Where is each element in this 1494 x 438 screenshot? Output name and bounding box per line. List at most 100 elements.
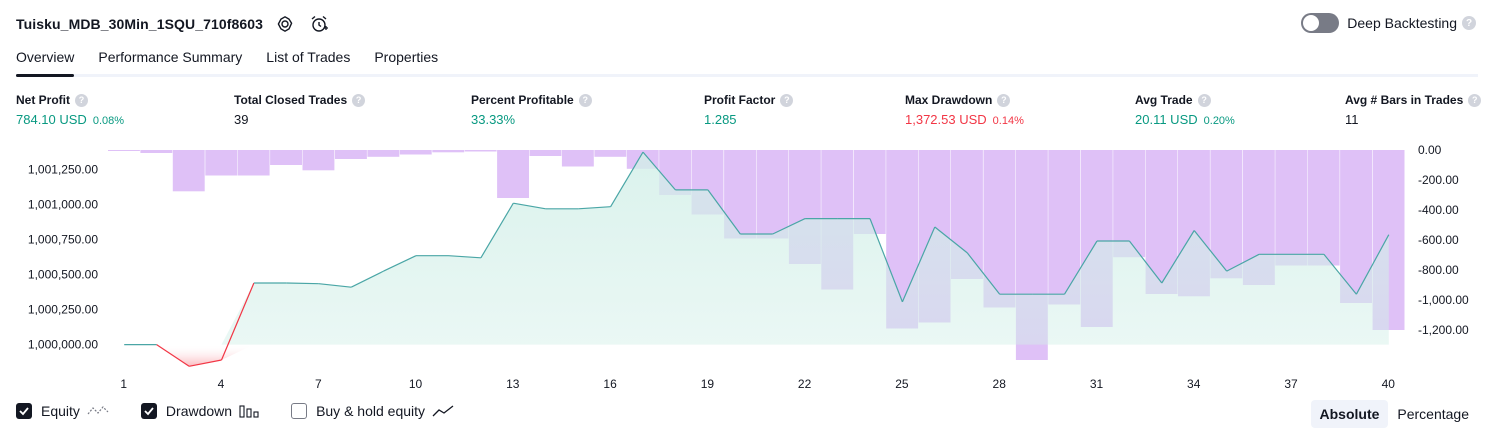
info-icon[interactable]: ? <box>780 93 794 107</box>
tab-list-of-trades[interactable]: List of Trades <box>266 44 350 74</box>
tab-overview[interactable]: Overview <box>16 44 75 77</box>
metric-total-closed-trades: Total Closed Trades? 39 <box>234 93 366 127</box>
metric-label: Avg # Bars in Trades <box>1345 93 1464 107</box>
info-icon[interactable]: ? <box>75 93 88 107</box>
drawdown-bar <box>432 150 465 153</box>
drawdown-bar <box>302 150 335 171</box>
info-icon[interactable]: ? <box>352 93 366 107</box>
metric-max-drawdown: Max Drawdown? 1,372.53 USD 0.14% <box>905 93 1024 127</box>
x-axis-tick-label: 34 <box>1187 377 1201 391</box>
metric-value: 33.33% <box>471 112 516 127</box>
drawdown-bar <box>529 150 562 156</box>
metric-net-profit: Net Profit? 784.10 USD 0.08% <box>16 93 124 127</box>
chart-legend: Equity Drawdown Buy & hold equity <box>16 403 486 419</box>
drawdown-checkbox[interactable] <box>140 403 157 419</box>
equity-line-icon <box>87 404 109 418</box>
right-axis-tick-label: -400.00 <box>1418 203 1459 217</box>
display-mode-switch: Absolute Percentage <box>1310 400 1479 428</box>
absolute-button[interactable]: Absolute <box>1310 400 1389 428</box>
drawdown-bar <box>561 150 594 167</box>
equity-drawdown-chart[interactable]: 1,001,250.00 1,001,000.00 1,000,750.00 1,00… <box>0 140 1494 398</box>
left-axis-tick-label: 1,000,000.00 <box>28 338 98 352</box>
buy-hold-line-icon <box>432 404 454 418</box>
equity-negative-area <box>124 344 1389 367</box>
drawdown-bar <box>497 150 529 198</box>
buy-hold-checkbox[interactable] <box>291 403 308 419</box>
legend-equity[interactable]: Equity <box>16 403 109 419</box>
left-axis-tick-label: 1,001,000.00 <box>28 198 98 212</box>
left-axis-tick-label: 1,000,500.00 <box>28 268 98 282</box>
legend-drawdown[interactable]: Drawdown <box>140 403 259 419</box>
right-axis-tick-label: -600.00 <box>1418 233 1459 247</box>
x-axis-tick-label: 10 <box>409 377 423 391</box>
tab-properties[interactable]: Properties <box>374 44 438 74</box>
legend-buy-hold-label: Buy & hold equity <box>316 403 426 419</box>
drawdown-bars-icon <box>239 404 259 418</box>
legend-equity-label: Equity <box>41 403 80 419</box>
drawdown-bar <box>108 150 140 151</box>
drawdown-bar <box>399 150 432 155</box>
metric-value: 11 <box>1345 112 1359 127</box>
x-axis-tick-label: 4 <box>218 377 225 391</box>
drawdown-bar <box>464 150 497 152</box>
metrics-row: Net Profit? 784.10 USD 0.08% Total Closed… <box>0 93 1494 133</box>
x-axis-tick-label: 25 <box>895 377 909 391</box>
deep-backtesting-toggle[interactable] <box>1301 13 1340 33</box>
report-tabs: Overview Performance Summary List of Tra… <box>16 44 1478 77</box>
info-icon[interactable]: ? <box>1197 93 1211 107</box>
metric-value: 1,372.53 USD <box>905 112 987 127</box>
metric-percent-profitable: Percent Profitable? 33.33% <box>471 93 592 127</box>
metric-value: 20.11 USD <box>1135 112 1198 127</box>
chart-canvas: 1,001,250.00 1,001,000.00 1,000,750.00 1,00… <box>28 143 1469 391</box>
drawdown-bar <box>172 150 205 192</box>
right-axis-tick-label: -1,200.00 <box>1418 323 1469 337</box>
equity-checkbox[interactable] <box>16 403 32 419</box>
metric-label: Profit Factor <box>704 93 776 107</box>
x-axis-tick-label: 40 <box>1382 377 1396 391</box>
metric-avg-trade: Avg Trade? 20.11 USD 0.20% <box>1135 93 1235 127</box>
equity-line-segment <box>286 282 319 285</box>
tab-performance-summary[interactable]: Performance Summary <box>98 44 242 74</box>
right-axis-tick-label: -1,000.00 <box>1418 293 1469 307</box>
metric-value: 1.285 <box>704 112 737 127</box>
metric-percent: 0.08% <box>92 115 125 127</box>
deep-backtesting-label: Deep Backtesting <box>1347 15 1457 31</box>
metric-percent: 0.14% <box>992 115 1024 127</box>
help-icon[interactable]: ? <box>1462 16 1476 30</box>
drawdown-bar <box>205 150 238 176</box>
drawdown-bar <box>140 150 173 153</box>
metric-label: Net Profit <box>16 93 70 107</box>
info-icon[interactable]: ? <box>1468 93 1482 107</box>
metric-label: Total Closed Trades <box>234 93 348 107</box>
x-axis-tick-label: 13 <box>506 377 520 391</box>
x-axis-tick-label: 31 <box>1090 377 1104 391</box>
drawdown-bar <box>1275 150 1308 266</box>
x-axis-tick-label: 1 <box>120 377 127 391</box>
metric-value: 39 <box>234 112 249 127</box>
x-axis-tick-label: 22 <box>798 377 812 391</box>
right-axis-tick-label: 0.00 <box>1418 143 1442 157</box>
left-axis-tick-label: 1,000,750.00 <box>28 233 98 247</box>
metric-profit-factor: Profit Factor? 1.285 <box>704 93 794 127</box>
drawdown-bar <box>594 150 627 157</box>
metric-avg-bars-in-trades: Avg # Bars in Trades? 11 <box>1345 93 1482 127</box>
legend-drawdown-label: Drawdown <box>165 403 233 419</box>
settings-gear-icon[interactable] <box>273 12 297 36</box>
metric-label: Percent Profitable <box>471 93 574 107</box>
info-icon[interactable]: ? <box>578 93 592 107</box>
alarm-clock-icon[interactable] <box>307 12 331 36</box>
x-axis-tick-label: 16 <box>603 377 617 391</box>
toggle-knob <box>1303 15 1320 31</box>
strategy-name: Tuisku_MDB_30Min_1SQU_710f8603 <box>16 16 264 32</box>
right-axis-tick-label: -800.00 <box>1418 263 1459 277</box>
metric-label: Avg Trade <box>1135 93 1193 107</box>
metric-percent: 0.20% <box>1203 115 1235 127</box>
strategy-title-row: Tuisku_MDB_30Min_1SQU_710f8603 <box>16 12 331 36</box>
metric-label: Max Drawdown <box>905 93 993 107</box>
metric-value: 784.10 USD <box>16 112 87 127</box>
percentage-button[interactable]: Percentage <box>1388 400 1478 428</box>
x-axis-tick-label: 28 <box>993 377 1007 391</box>
info-icon[interactable]: ? <box>997 93 1011 107</box>
drawdown-bar <box>367 150 400 157</box>
legend-buy-hold[interactable]: Buy & hold equity <box>291 403 454 419</box>
